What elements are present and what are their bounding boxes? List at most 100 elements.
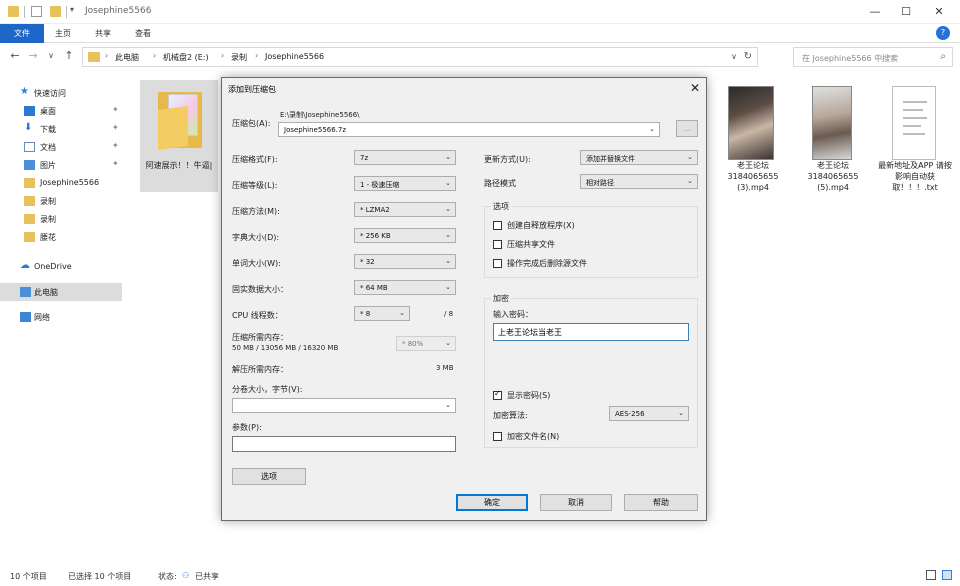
solid-size-select[interactable]: * 64 MB ⌄: [354, 280, 456, 295]
sidebar-item-label: 网络: [34, 313, 50, 322]
cancel-button[interactable]: 取消: [540, 494, 612, 511]
back-button[interactable]: ←: [8, 49, 22, 63]
sidebar-item-desktop[interactable]: 桌面 ✦: [0, 102, 122, 120]
tab-file[interactable]: 文件: [0, 24, 44, 43]
sidebar-item-pictures[interactable]: 图片 ✦: [0, 156, 122, 174]
parameters-input[interactable]: [232, 436, 456, 452]
pin-icon: ✦: [112, 141, 119, 150]
folder-icon[interactable]: [8, 6, 19, 17]
chevron-down-icon: ⌄: [399, 309, 405, 317]
chevron-down-icon: ⌄: [445, 231, 451, 239]
path-mode-select[interactable]: 相对路径 ⌄: [580, 174, 698, 189]
chevron-down-icon: ⌄: [445, 205, 451, 213]
computer-icon: [20, 287, 31, 297]
up-button[interactable]: ↑: [62, 49, 76, 63]
details-view-icon[interactable]: [926, 570, 936, 580]
chevron-down-icon: ⌄: [687, 177, 693, 185]
method-select[interactable]: * LZMA2 ⌄: [354, 202, 456, 217]
folder-icon: [152, 86, 206, 160]
cpu-threads-select[interactable]: * 8 ⌄: [354, 306, 410, 321]
dictionary-label: 字典大小(D):: [232, 233, 280, 242]
sidebar-item-record-2[interactable]: 录制: [0, 210, 122, 228]
encrypt-filenames-checkbox[interactable]: [493, 432, 502, 441]
sidebar-item-this-pc[interactable]: 此电脑: [0, 283, 122, 301]
sidebar-item-quick-access[interactable]: ★ 快速访问: [0, 84, 122, 102]
folder-icon: [24, 196, 35, 206]
format-label: 压缩格式(F):: [232, 155, 278, 164]
file-tile-video-5[interactable]: 老王论坛 3184065655 (5).mp4: [794, 80, 872, 192]
search-icon[interactable]: ⌕: [940, 51, 946, 62]
delete-after-label: 操作完成后删除源文件: [507, 259, 587, 268]
recent-locations-button[interactable]: ∨: [44, 49, 58, 63]
search-input[interactable]: 在 Josephine5566 中搜索 ⌕: [793, 47, 953, 67]
maximize-button[interactable]: ☐: [891, 4, 921, 20]
help-icon[interactable]: ?: [936, 26, 950, 40]
chevron-down-icon: ⌄: [687, 153, 693, 161]
memory-percent-select[interactable]: * 80% ⌄: [396, 336, 456, 351]
properties-icon[interactable]: [31, 6, 42, 17]
update-mode-value: 添加并替换文件: [586, 155, 635, 163]
encryption-method-select[interactable]: AES-256 ⌄: [609, 406, 689, 421]
breadcrumb-drive[interactable]: 机械盘2 (E:): [163, 52, 209, 63]
breadcrumb-record[interactable]: 录制: [231, 52, 247, 63]
address-dropdown-icon[interactable]: ∨: [731, 52, 737, 61]
sidebar-item-yaohua[interactable]: 腰花: [0, 228, 122, 246]
breadcrumb-current[interactable]: Josephine5566: [265, 52, 324, 61]
archive-name-combobox[interactable]: Josephine5566.7z ⌄: [278, 122, 660, 137]
forward-button[interactable]: →: [26, 49, 40, 63]
minimize-button[interactable]: —: [860, 4, 890, 20]
compress-shared-checkbox[interactable]: [493, 240, 502, 249]
dictionary-select[interactable]: * 256 KB ⌄: [354, 228, 456, 243]
status-bar: 10 个项目 已选择 10 个项目 状态: ⚇ 已共享: [0, 566, 960, 586]
new-folder-icon[interactable]: [50, 6, 61, 17]
large-icons-view-icon[interactable]: [942, 570, 952, 580]
pin-icon: ✦: [112, 105, 119, 114]
folder-icon: [24, 232, 35, 242]
picture-icon: [24, 160, 35, 170]
password-label: 输入密码：: [493, 310, 533, 319]
sidebar-item-onedrive[interactable]: ☁ OneDrive: [0, 258, 122, 276]
update-mode-select[interactable]: 添加并替换文件 ⌄: [580, 150, 698, 165]
chevron-down-icon: ⌄: [445, 179, 451, 187]
refresh-icon[interactable]: ↻: [744, 51, 752, 62]
dictionary-value: * 256 KB: [360, 232, 391, 240]
options-button[interactable]: 选项: [232, 468, 306, 485]
word-size-value: * 32: [360, 258, 375, 266]
breadcrumb-this-pc[interactable]: 此电脑: [115, 52, 139, 63]
help-button[interactable]: 帮助: [624, 494, 698, 511]
split-size-label: 分卷大小，字节(V):: [232, 385, 303, 394]
create-sfx-checkbox[interactable]: [493, 221, 502, 230]
chevron-down-icon: ⌄: [678, 409, 684, 417]
chevron-down-icon: ⌄: [445, 283, 451, 291]
file-tile-video-3[interactable]: 老王论坛 3184065655 (3).mp4: [714, 80, 792, 192]
sidebar-item-network[interactable]: 网络: [0, 308, 122, 326]
browse-button[interactable]: ...: [676, 120, 698, 137]
delete-after-checkbox[interactable]: [493, 259, 502, 268]
quick-access-dropdown-icon[interactable]: ▾: [70, 5, 74, 14]
sidebar-item-josephine[interactable]: Josephine5566: [0, 174, 122, 192]
sidebar-item-record[interactable]: 录制: [0, 192, 122, 210]
parameters-label: 参数(P):: [232, 423, 262, 432]
search-placeholder: 在 Josephine5566 中搜索: [802, 54, 899, 63]
separator: [66, 6, 67, 18]
tab-home[interactable]: 主页: [46, 24, 80, 43]
file-tile-folder[interactable]: 阿速展示！！牛逼|: [140, 80, 218, 192]
format-select[interactable]: 7z ⌄: [354, 150, 456, 165]
tab-view[interactable]: 查看: [126, 24, 160, 43]
method-value: * LZMA2: [360, 206, 390, 214]
folder-icon: [88, 52, 100, 62]
close-button[interactable]: ✕: [924, 4, 954, 20]
tab-share[interactable]: 共享: [86, 24, 120, 43]
desktop-icon: [24, 106, 35, 116]
ok-button[interactable]: 确定: [456, 494, 528, 511]
split-size-combobox[interactable]: ⌄: [232, 398, 456, 413]
address-bar[interactable]: › 此电脑 › 机械盘2 (E:) › 录制 › Josephine5566 ∨…: [82, 47, 758, 67]
sidebar-item-documents[interactable]: 文档 ✦: [0, 138, 122, 156]
show-password-checkbox[interactable]: [493, 389, 502, 400]
file-tile-text[interactable]: 最新地址及APP 请按影响自动获取！！！.txt: [876, 80, 954, 192]
word-size-select[interactable]: * 32 ⌄: [354, 254, 456, 269]
dialog-close-button[interactable]: ✕: [690, 81, 700, 95]
sidebar-item-downloads[interactable]: ⬇ 下载 ✦: [0, 120, 122, 138]
level-select[interactable]: 1 - 极速压缩 ⌄: [354, 176, 456, 191]
password-input[interactable]: 上老王论坛当老王: [493, 323, 689, 341]
